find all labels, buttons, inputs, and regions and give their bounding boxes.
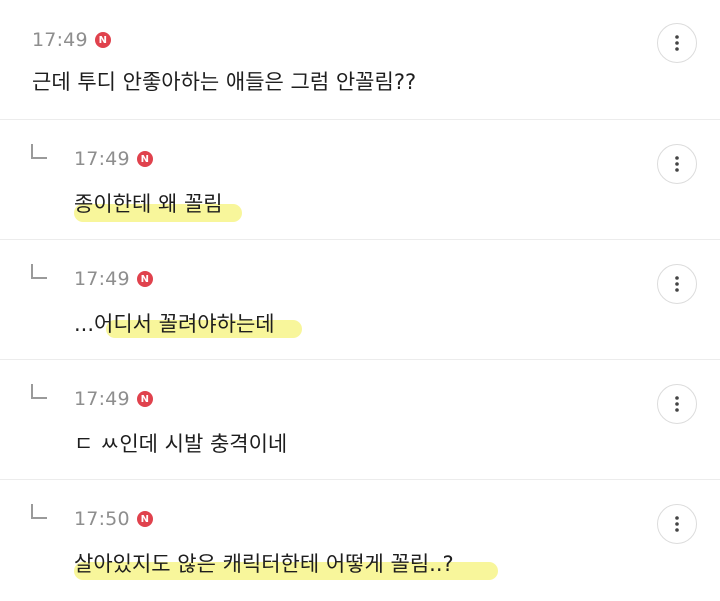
new-badge: N xyxy=(136,151,153,167)
more-vertical-icon xyxy=(675,516,679,532)
comment-item: 17:49 N 근데 투디 안좋아하는 애들은 그럼 안꼴림?? xyxy=(0,0,720,120)
reply-arrow-icon xyxy=(31,144,47,159)
comment-meta: 17:49 N xyxy=(32,29,111,51)
new-badge: N xyxy=(94,32,111,48)
new-badge: N xyxy=(136,271,153,287)
more-options-button[interactable] xyxy=(657,264,697,304)
reply-item: 17:49 N ...어디서 꼴려야하는데 xyxy=(0,240,720,360)
more-options-button[interactable] xyxy=(657,144,697,184)
more-vertical-icon xyxy=(675,396,679,412)
reply-item: 17:50 N 살아있지도 않은 캐릭터한테 어떻게 꼴림..? xyxy=(0,480,720,600)
comment-text: 종이한테 왜 꼴림 xyxy=(74,192,223,216)
more-vertical-icon xyxy=(675,276,679,292)
comment-meta: 17:49 N xyxy=(74,388,153,410)
comment-meta: 17:49 N xyxy=(74,268,153,290)
comment-time: 17:50 xyxy=(74,508,130,530)
more-vertical-icon xyxy=(675,156,679,172)
comment-time: 17:49 xyxy=(74,268,130,290)
more-options-button[interactable] xyxy=(657,23,697,63)
reply-item: 17:49 N 종이한테 왜 꼴림 xyxy=(0,120,720,240)
comment-thread: 17:49 N 근데 투디 안좋아하는 애들은 그럼 안꼴림?? 17:49 N… xyxy=(0,0,720,601)
more-vertical-icon xyxy=(675,35,679,51)
reply-arrow-icon xyxy=(31,504,47,519)
new-badge: N xyxy=(136,391,153,407)
more-options-button[interactable] xyxy=(657,384,697,424)
comment-text: 살아있지도 않은 캐릭터한테 어떻게 꼴림..? xyxy=(74,552,454,576)
new-badge: N xyxy=(136,511,153,527)
comment-text: ㄷ ㅆ인데 시발 충격이네 xyxy=(74,432,288,456)
comment-text: ...어디서 꼴려야하는데 xyxy=(74,312,275,336)
reply-arrow-icon xyxy=(31,384,47,399)
comment-meta: 17:50 N xyxy=(74,508,153,530)
comment-meta: 17:49 N xyxy=(74,148,153,170)
reply-arrow-icon xyxy=(31,264,47,279)
comment-time: 17:49 xyxy=(74,148,130,170)
comment-time: 17:49 xyxy=(32,29,88,51)
comment-time: 17:49 xyxy=(74,388,130,410)
comment-text: 근데 투디 안좋아하는 애들은 그럼 안꼴림?? xyxy=(32,70,417,94)
more-options-button[interactable] xyxy=(657,504,697,544)
reply-item: 17:49 N ㄷ ㅆ인데 시발 충격이네 xyxy=(0,360,720,480)
